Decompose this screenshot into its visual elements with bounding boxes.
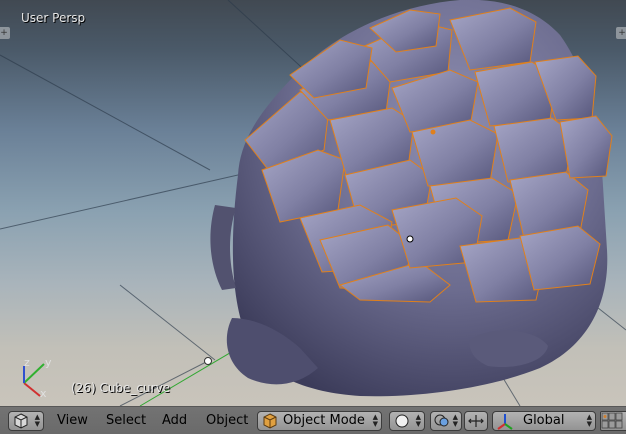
menu-select[interactable]: Select	[102, 411, 150, 431]
active-object-label: (26) Cube_curve	[71, 381, 171, 395]
gizmo-z-label: z	[24, 356, 30, 369]
pivot-point-dropdown[interactable]: ▲ ▼	[430, 411, 462, 431]
properties-panel-toggle[interactable]: +	[616, 27, 626, 39]
transform-arrows-icon	[468, 415, 484, 427]
object-mode-icon	[263, 413, 277, 429]
layers-widget[interactable]	[600, 411, 626, 431]
axis-gizmo-icon: z y x	[23, 356, 52, 400]
updown-arrow-icon: ▲ ▼	[372, 413, 378, 428]
3d-cursor[interactable]	[406, 235, 414, 243]
updown-arrow-icon: ▲ ▼	[34, 413, 40, 428]
orientation-label: Global	[523, 413, 565, 428]
gizmo-y-label: y	[45, 356, 52, 369]
pivot-icon	[434, 414, 449, 427]
3d-viewport[interactable]: z y x User Persp (26) Cube_curve + +	[0, 0, 626, 406]
layers-icon	[601, 412, 623, 429]
cube-icon	[14, 413, 28, 429]
view-label: User Persp	[21, 11, 86, 25]
manipulator-axes-icon	[497, 414, 513, 430]
updown-arrow-icon: ▲ ▼	[452, 413, 458, 428]
viewport-shading-dropdown[interactable]: ▲ ▼	[389, 411, 425, 431]
blender-3d-view: z y x User Persp (26) Cube_curve + + ▲ ▼ …	[0, 0, 626, 434]
manipulator-toggle[interactable]	[464, 411, 488, 431]
sphere-icon	[395, 414, 409, 428]
gizmo-x-label: x	[40, 387, 47, 400]
scene-canvas[interactable]: z y x	[0, 0, 626, 406]
mode-dropdown[interactable]: Object Mode ▲ ▼	[257, 411, 382, 431]
menu-view[interactable]: View	[53, 411, 92, 431]
editor-type-button[interactable]: ▲ ▼	[8, 411, 44, 431]
grid-origin-marker	[204, 357, 212, 365]
tool-shelf-toggle[interactable]: +	[0, 27, 10, 39]
transform-orientation-dropdown[interactable]: Global ▲ ▼	[492, 411, 596, 431]
menu-add[interactable]: Add	[158, 411, 191, 431]
updown-arrow-icon: ▲ ▼	[586, 413, 592, 428]
viewport-header: ▲ ▼ View Select Add Object Object Mode ▲ ▼…	[0, 406, 626, 434]
updown-arrow-icon: ▲ ▼	[415, 413, 421, 428]
mode-dropdown-label: Object Mode	[283, 413, 365, 428]
object-origin	[430, 129, 436, 135]
menu-object[interactable]: Object	[202, 411, 252, 431]
